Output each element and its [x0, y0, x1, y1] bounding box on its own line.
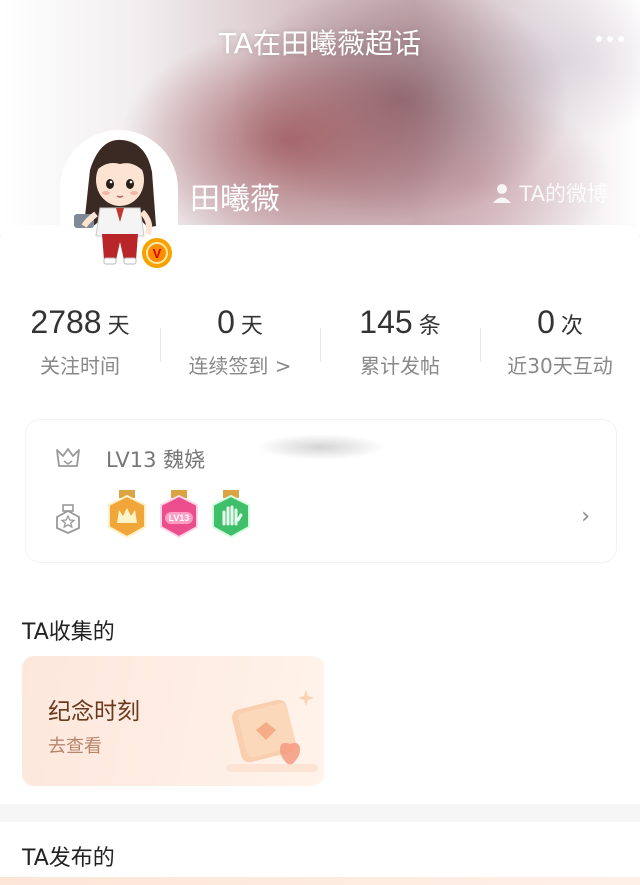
- stat-unit: 条: [418, 314, 441, 339]
- calendar-heart-icon: [226, 690, 318, 772]
- posted-section: TA发布的: [0, 822, 640, 885]
- level-text: LV13 魏娆: [106, 448, 206, 472]
- stat-unit: 天: [240, 314, 263, 339]
- stats-row: 2788 天 关注时间 0天 连续签到 > 145 条 累计发帖 0次 近30天互动: [0, 300, 640, 395]
- stat-label: 关注时间: [40, 354, 120, 378]
- level-card[interactable]: LV13 魏娆 LV13 ›: [26, 420, 616, 562]
- more-icon[interactable]: [596, 36, 624, 42]
- stat-label: 累计发帖: [360, 354, 440, 378]
- stat-value: 145: [359, 304, 413, 340]
- collected-title: TA收集的: [22, 620, 115, 645]
- stat-interactions: 0次 近30天互动: [480, 300, 640, 395]
- posted-title: TA发布的: [22, 846, 115, 871]
- stat-posts: 145 条 累计发帖: [320, 300, 480, 395]
- crown-badge-icon: [108, 490, 146, 539]
- medal-icon: [56, 504, 80, 534]
- memorial-moment-card[interactable]: 纪念时刻 去查看: [22, 656, 324, 786]
- svg-text:LV13: LV13: [169, 513, 190, 523]
- username: 田曦薇: [190, 182, 280, 217]
- ta-weibo-label: TA的微博: [519, 182, 608, 206]
- stat-value: 2788: [30, 304, 102, 340]
- stat-unit: 次: [560, 314, 583, 339]
- memorial-title: 纪念时刻: [48, 699, 140, 725]
- stat-label: 近30天互动: [507, 354, 613, 378]
- stat-value: 0: [537, 304, 555, 340]
- posted-card-edge: [0, 877, 640, 885]
- stat-follow-days: 2788 天 关注时间: [0, 300, 160, 395]
- stat-label: 连续签到 >: [188, 354, 292, 378]
- ta-weibo-link[interactable]: TA的微博: [491, 178, 608, 208]
- memorial-view-link[interactable]: 去查看: [48, 732, 102, 758]
- stat-value: 0: [217, 304, 235, 340]
- hand-badge-icon: [212, 490, 250, 539]
- page-title: TA在田曦薇超话: [218, 27, 422, 60]
- stat-checkin-days[interactable]: 0天 连续签到 >: [160, 300, 320, 395]
- blurred-area: [256, 434, 386, 460]
- verified-badge-icon: V: [140, 236, 174, 270]
- stat-unit: 天: [107, 314, 130, 339]
- chevron-right-icon[interactable]: ›: [581, 504, 590, 529]
- level-crown-icon: [56, 448, 80, 467]
- lv-badge-icon: LV13: [160, 490, 198, 539]
- person-icon: [493, 184, 512, 203]
